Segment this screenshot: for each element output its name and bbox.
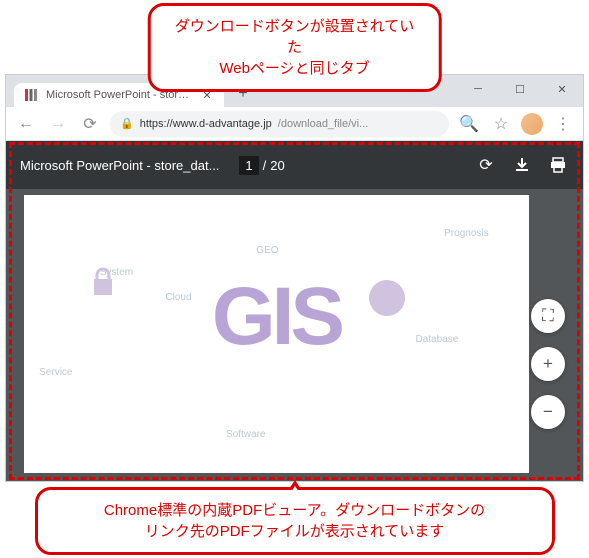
pdf-current-page[interactable]: 1 [239, 156, 258, 175]
tab-favicon-icon [24, 88, 38, 102]
zoom-out-button[interactable]: − [531, 395, 565, 429]
pdf-viewer-toolbar: Microsoft PowerPoint - store_dat... 1 / … [6, 141, 583, 189]
window-controls: ─ ☐ ✕ [457, 75, 583, 103]
minimize-button[interactable]: ─ [457, 75, 499, 103]
padlock-icon [90, 267, 116, 297]
download-button[interactable] [511, 154, 533, 176]
profile-avatar[interactable] [521, 113, 543, 135]
minus-icon: − [543, 402, 553, 422]
print-button[interactable] [547, 154, 569, 176]
browser-toolbar: ← → ⟳ 🔒 https://www.d-advantage.jp/downl… [6, 107, 583, 141]
browser-window: ─ ☐ ✕ Microsoft PowerPoint - store_dat..… [5, 74, 584, 482]
pdf-zoom-controls: ⛶ + − [531, 299, 565, 429]
document-graphic: GIS GEO Prognosis System Cloud Database … [24, 195, 529, 473]
pdf-content-area[interactable]: GIS GEO Prognosis System Cloud Database … [6, 189, 583, 481]
back-button[interactable]: ← [14, 112, 38, 136]
pdf-page-sep: / [263, 158, 267, 173]
doc-label-software: Software [226, 429, 265, 440]
doc-label-prognosis: Prognosis [444, 228, 488, 239]
menu-button[interactable]: ⋮ [551, 112, 575, 136]
doc-label-database: Database [416, 334, 459, 345]
pdf-page-indicator: 1 / 20 [239, 156, 284, 175]
search-icon[interactable]: 🔍 [457, 112, 481, 136]
url-host: https://www.d-advantage.jp [140, 118, 272, 130]
gis-logo-text: GIS [212, 270, 341, 364]
url-path: /download_file/vi... [278, 118, 369, 130]
pdf-total-pages: 20 [270, 158, 284, 173]
zoom-in-button[interactable]: + [531, 347, 565, 381]
forward-button[interactable]: → [46, 112, 70, 136]
callout-text: Chrome標準の内蔵PDFビューア。ダウンロードボタンの リンク先のPDFファ… [104, 502, 485, 540]
close-window-button[interactable]: ✕ [541, 75, 583, 103]
address-bar[interactable]: 🔒 https://www.d-advantage.jp/download_fi… [110, 111, 449, 137]
rotate-icon: ⟳ [479, 155, 492, 175]
doc-label-geo: GEO [256, 245, 278, 256]
rotate-button[interactable]: ⟳ [475, 154, 497, 176]
fit-icon: ⛶ [542, 306, 554, 326]
pdf-page: GIS GEO Prognosis System Cloud Database … [24, 195, 529, 473]
doc-label-cloud: Cloud [165, 292, 191, 303]
globe-icon [367, 278, 407, 318]
plus-icon: + [543, 354, 553, 374]
maximize-button[interactable]: ☐ [499, 75, 541, 103]
fit-page-button[interactable]: ⛶ [531, 299, 565, 333]
callout-tail-inner [285, 55, 305, 70]
callout-tail-bottom-inner [285, 486, 305, 501]
reload-button[interactable]: ⟳ [78, 112, 102, 136]
download-icon [513, 156, 531, 174]
pdf-title: Microsoft PowerPoint - store_dat... [20, 158, 219, 173]
print-icon [549, 156, 567, 174]
lock-icon: 🔒 [120, 117, 134, 130]
bookmark-star-button[interactable]: ☆ [489, 112, 513, 136]
annotation-callout-top: ダウンロードボタンが設置されていた Webページと同じタブ [147, 3, 442, 92]
doc-label-service: Service [39, 367, 72, 378]
